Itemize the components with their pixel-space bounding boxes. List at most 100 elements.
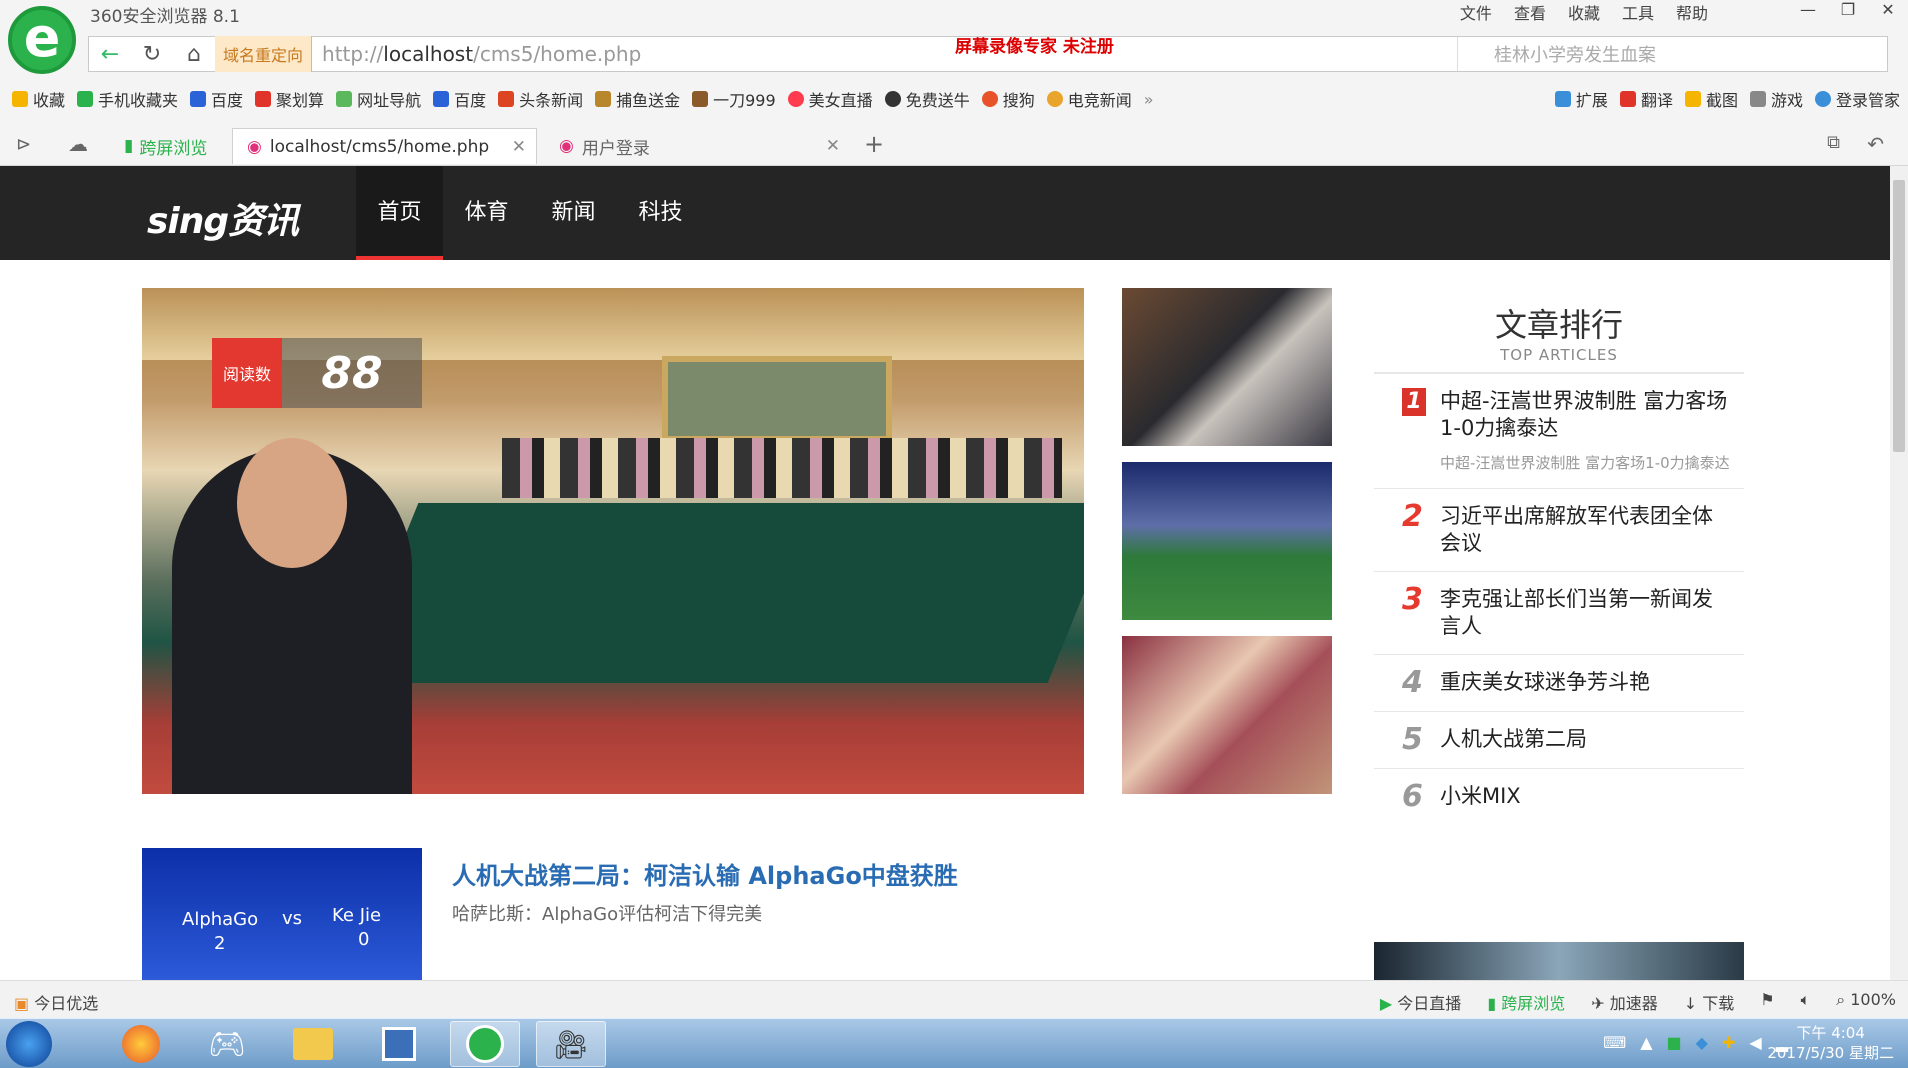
article-title[interactable]: 重庆美女球迷争芳斗艳 bbox=[1440, 669, 1730, 697]
menu-view[interactable]: 查看 bbox=[1514, 0, 1546, 24]
article-title[interactable]: 小米MIX bbox=[1440, 783, 1730, 811]
minimize-icon[interactable]: — bbox=[1788, 0, 1828, 24]
side-banner-image[interactable] bbox=[1374, 942, 1744, 980]
app-taskbar-icon[interactable] bbox=[364, 1021, 434, 1067]
bookmark-item[interactable]: 搜狗 bbox=[981, 87, 1035, 111]
menu-help[interactable]: 帮助 bbox=[1676, 0, 1708, 24]
ranked-article[interactable]: 4 重庆美女球迷争芳斗艳 bbox=[1374, 655, 1744, 712]
firefox-taskbar-icon[interactable] bbox=[106, 1021, 176, 1067]
article-title[interactable]: 人机大战第二局 bbox=[1440, 726, 1730, 754]
nav-home[interactable]: 首页 bbox=[356, 166, 443, 260]
download-button[interactable]: ↓ 下载 bbox=[1684, 990, 1735, 1014]
feature-article-summary: 哈萨比斯：AlphaGo评估柯洁下得完美 bbox=[452, 904, 763, 925]
tab-list-icon[interactable]: ⧉ bbox=[1827, 132, 1840, 153]
url-input[interactable]: http://localhost/cms5/home.php bbox=[322, 42, 922, 66]
ranked-article[interactable]: 3 李克强让部长们当第一新闻发言人 bbox=[1374, 572, 1744, 655]
shield-icon[interactable]: ◆ bbox=[1696, 1033, 1708, 1052]
login-manager-button[interactable]: 登录管家 bbox=[1814, 87, 1900, 111]
bookmark-item[interactable]: 电竞新闻 bbox=[1046, 87, 1132, 111]
restore-tab-icon[interactable]: ↶ bbox=[1867, 132, 1884, 156]
bookmark-item[interactable]: 头条新闻 bbox=[498, 87, 583, 111]
recorder-taskbar-icon[interactable]: 🎥︎ bbox=[536, 1021, 606, 1067]
explorer-taskbar-icon[interactable] bbox=[278, 1021, 348, 1067]
cloud-icon[interactable]: ☁ bbox=[68, 132, 88, 156]
article-title[interactable]: 中超-汪嵩世界波制胜 富力客场1-0力擒泰达 bbox=[1440, 388, 1730, 442]
article-title[interactable]: 李克强让部长们当第一新闻发言人 bbox=[1440, 586, 1730, 640]
bookmark-item[interactable]: 聚划算 bbox=[255, 87, 324, 111]
bookmark-item[interactable]: 美女直播 bbox=[787, 87, 873, 111]
thumbnail-image[interactable] bbox=[1122, 462, 1332, 620]
feature-article-title[interactable]: 人机大战第二局：柯洁认输 AlphaGo中盘获胜 bbox=[452, 856, 958, 891]
bookmark-item[interactable]: 手机收藏夹 bbox=[77, 87, 178, 111]
tab-favicon-icon: ◉ bbox=[247, 136, 262, 157]
thumbnail-image[interactable] bbox=[1122, 288, 1332, 446]
menu-file[interactable]: 文件 bbox=[1460, 0, 1492, 24]
web-page: sing资讯 首页 体育 新闻 科技 阅读数 88 文章排行 TOP ARTIC… bbox=[0, 166, 1890, 980]
flag-icon[interactable]: ⚑ bbox=[1760, 990, 1774, 1014]
site-logo[interactable]: sing资讯 bbox=[147, 192, 299, 244]
bookmark-item[interactable]: 百度 bbox=[190, 87, 243, 111]
nav-sports[interactable]: 体育 bbox=[443, 166, 530, 260]
menu-favorites[interactable]: 收藏 bbox=[1568, 0, 1600, 24]
read-count-label: 阅读数 bbox=[212, 338, 282, 408]
back-icon[interactable]: ← bbox=[89, 37, 131, 71]
keyboard-icon[interactable]: ⌨ bbox=[1603, 1033, 1626, 1052]
volume-icon[interactable]: ◀ bbox=[1749, 1033, 1761, 1052]
bookmark-item[interactable]: 免费送牛 bbox=[884, 87, 970, 111]
thumbnail-image[interactable] bbox=[1122, 636, 1332, 794]
new-tab-icon[interactable]: + bbox=[864, 130, 884, 158]
refresh-icon[interactable]: ↻ bbox=[131, 37, 173, 71]
menu-tools[interactable]: 工具 bbox=[1622, 0, 1654, 24]
close-icon[interactable]: ✕ bbox=[1868, 0, 1908, 24]
image-caption: AlphaGo bbox=[182, 909, 259, 930]
redirect-badge[interactable]: 域名重定向 bbox=[215, 36, 313, 72]
tab-close-icon[interactable]: ✕ bbox=[826, 136, 840, 156]
ranked-article[interactable]: 6 小米MIX bbox=[1374, 769, 1744, 825]
accelerator-button[interactable]: ✈ 加速器 bbox=[1591, 990, 1658, 1014]
more-bookmarks-icon[interactable]: » bbox=[1144, 90, 1154, 109]
ranked-article[interactable]: 1 中超-汪嵩世界波制胜 富力客场1-0力擒泰达 中超-汪嵩世界波制胜 富力客场… bbox=[1374, 374, 1744, 489]
play-icon: ▶ bbox=[1379, 994, 1398, 1013]
tab-home[interactable]: ◉ localhost/cms5/home.php ✕ bbox=[232, 128, 537, 164]
maximize-icon[interactable]: ❐ bbox=[1828, 0, 1868, 24]
bookmark-item[interactable]: 百度 bbox=[433, 87, 486, 111]
screenshot-button[interactable]: 截图 bbox=[1684, 87, 1738, 111]
nav-news[interactable]: 新闻 bbox=[530, 166, 617, 260]
cross-screen-button[interactable]: ▮ 跨屏浏览 bbox=[1487, 990, 1565, 1014]
hero-slide-image[interactable]: 阅读数 88 bbox=[142, 288, 1084, 794]
tab-close-icon[interactable]: ✕ bbox=[512, 137, 526, 157]
search-input[interactable]: 桂林小学旁发生血案 bbox=[1457, 37, 1887, 71]
system-clock[interactable]: 下午 4:04 2017/5/30 星期二 bbox=[1767, 1023, 1894, 1063]
nav-tech[interactable]: 科技 bbox=[617, 166, 704, 260]
site-nav: 首页 体育 新闻 科技 bbox=[356, 166, 704, 260]
games-button[interactable]: 游戏 bbox=[1749, 87, 1803, 111]
bookmark-item[interactable]: 一刀999 bbox=[692, 87, 776, 111]
tray-expand-icon[interactable]: ▲ bbox=[1640, 1033, 1652, 1052]
image-caption: vs bbox=[282, 908, 303, 929]
ranked-article[interactable]: 5 人机大战第二局 bbox=[1374, 712, 1744, 769]
bookmark-item[interactable]: 收藏 bbox=[12, 87, 65, 111]
zoom-control[interactable]: ⌕ 100% bbox=[1836, 990, 1896, 1014]
browser-taskbar-icon[interactable] bbox=[450, 1021, 520, 1067]
start-button[interactable] bbox=[6, 1021, 52, 1067]
today-picks-button[interactable]: ▣ 今日优选 bbox=[14, 990, 98, 1014]
sidebar-toggle-icon[interactable]: ⊳ bbox=[16, 134, 31, 155]
network-plus-icon[interactable]: ✚ bbox=[1722, 1033, 1735, 1052]
feature-article-image[interactable]: AlphaGo 2 vs Ke Jie 0 bbox=[142, 848, 422, 980]
tab-cross-screen[interactable]: ▮ 跨屏浏览 bbox=[110, 128, 220, 164]
ranked-article[interactable]: 2 习近平出席解放军代表团全体会议 bbox=[1374, 489, 1744, 572]
sound-icon[interactable]: 🔈︎ bbox=[1801, 990, 1811, 1014]
home-icon[interactable]: ⌂ bbox=[173, 37, 215, 71]
translate-button[interactable]: 翻译 bbox=[1619, 87, 1673, 111]
game-taskbar-icon[interactable]: 🎮︎ bbox=[192, 1021, 262, 1067]
tray-app-icon[interactable]: ■ bbox=[1667, 1033, 1682, 1052]
tab-login[interactable]: ◉ 用户登录 ✕ bbox=[545, 128, 850, 164]
scrollbar-thumb[interactable] bbox=[1893, 180, 1905, 452]
bookmark-item[interactable]: 捕鱼送金 bbox=[595, 87, 680, 111]
live-button[interactable]: ▶ 今日直播 bbox=[1380, 990, 1461, 1014]
vertical-scrollbar[interactable] bbox=[1890, 166, 1908, 980]
bookmarks-right: 扩展 翻译 截图 游戏 登录管家 bbox=[1543, 84, 1900, 114]
bookmark-item[interactable]: 网址导航 bbox=[336, 87, 421, 111]
article-title[interactable]: 习近平出席解放军代表团全体会议 bbox=[1440, 503, 1730, 557]
extensions-button[interactable]: 扩展 bbox=[1554, 87, 1608, 111]
